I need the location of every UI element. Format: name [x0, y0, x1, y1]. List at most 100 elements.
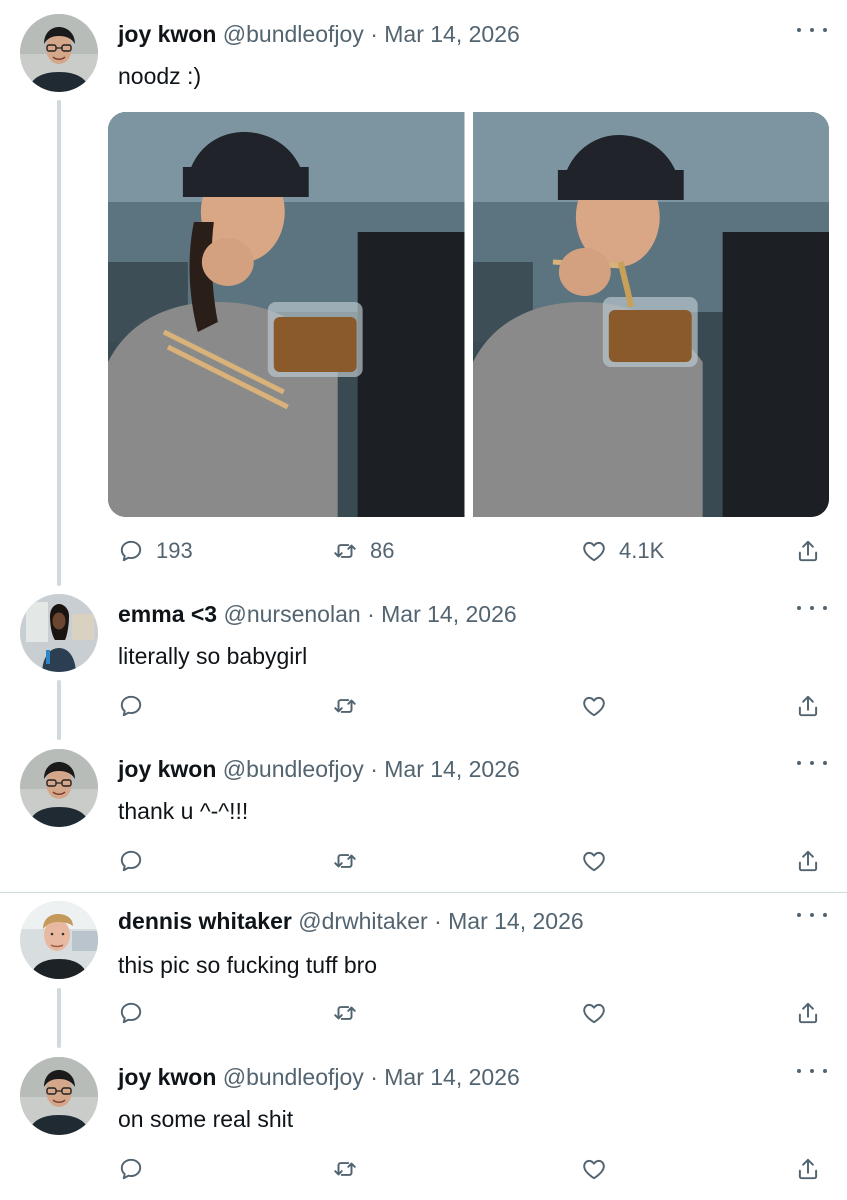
tweet-reply[interactable]: emma <3 @nursenolan · Mar 14, 2026 liter… [0, 590, 847, 740]
display-name[interactable]: joy kwon [118, 1064, 216, 1090]
woman-beanie-eating-noodles-biting-icon [472, 112, 829, 517]
retweet-button[interactable] [332, 690, 358, 722]
timestamp[interactable]: Mar 14, 2026 [448, 908, 584, 934]
reply-button[interactable] [118, 690, 144, 722]
share-icon [795, 1000, 821, 1026]
tweet-header: joy kwon @bundleofjoy · Mar 14, 2026 [118, 20, 520, 48]
username[interactable]: @nursenolan [224, 601, 361, 627]
more-icon [797, 913, 801, 917]
tweet-main[interactable]: joy kwon @bundleofjoy · Mar 14, 2026 noo… [0, 0, 847, 580]
retweet-button[interactable] [332, 845, 358, 877]
share-button[interactable] [795, 535, 821, 567]
avatar[interactable] [20, 594, 98, 672]
heart-icon [581, 538, 607, 564]
tweet-text: thank u ^-^!!! [118, 798, 249, 824]
more-button[interactable] [797, 1061, 827, 1081]
username[interactable]: @bundleofjoy [223, 21, 364, 47]
share-icon [795, 693, 821, 719]
separator: · [370, 21, 378, 47]
retweet-button[interactable] [332, 997, 358, 1029]
retweet-count: 86 [370, 538, 395, 563]
woman-glasses-avatar-icon [20, 1057, 98, 1135]
share-button[interactable] [795, 690, 821, 722]
tweet-header: emma <3 @nursenolan · Mar 14, 2026 [118, 600, 517, 628]
retweet-icon [332, 1156, 358, 1182]
media-photo[interactable] [472, 112, 829, 517]
timestamp[interactable]: Mar 14, 2026 [381, 601, 517, 627]
tweet-actions [118, 845, 827, 877]
reply-icon [118, 848, 144, 874]
avatar[interactable] [20, 1057, 98, 1135]
share-icon [795, 1156, 821, 1182]
like-button[interactable]: 4.1K [581, 535, 664, 567]
more-icon [797, 606, 801, 610]
more-icon [797, 28, 801, 32]
avatar[interactable] [20, 901, 98, 979]
heart-icon [581, 693, 607, 719]
reply-button[interactable]: 193 [118, 535, 193, 567]
conversation-divider [0, 892, 847, 893]
reply-button[interactable] [118, 997, 144, 1029]
retweet-icon [332, 848, 358, 874]
woman-glasses-avatar-icon [20, 14, 98, 92]
media-photo[interactable] [108, 112, 465, 517]
heart-icon [581, 848, 607, 874]
like-button[interactable] [581, 845, 607, 877]
username[interactable]: @drwhitaker [298, 908, 427, 934]
tweet-reply[interactable]: joy kwon @bundleofjoy · Mar 14, 2026 on … [0, 1053, 847, 1200]
display-name[interactable]: joy kwon [118, 21, 216, 47]
reply-icon [118, 1000, 144, 1026]
timestamp[interactable]: Mar 14, 2026 [384, 1064, 520, 1090]
separator: · [434, 908, 442, 934]
tweet-text: literally so babygirl [118, 643, 308, 669]
display-name[interactable]: joy kwon [118, 756, 216, 782]
like-button[interactable] [581, 997, 607, 1029]
share-button[interactable] [795, 997, 821, 1029]
share-button[interactable] [795, 845, 821, 877]
more-button[interactable] [797, 598, 827, 618]
username[interactable]: @bundleofjoy [223, 1064, 364, 1090]
tweet-text: noodz :) [118, 63, 202, 89]
timestamp[interactable]: Mar 14, 2026 [384, 21, 520, 47]
display-name[interactable]: dennis whitaker [118, 908, 292, 934]
more-button[interactable] [797, 905, 827, 925]
more-button[interactable] [797, 753, 827, 773]
tweet-header: joy kwon @bundleofjoy · Mar 14, 2026 [118, 1063, 520, 1091]
more-button[interactable] [797, 20, 827, 40]
woman-beanie-eating-noodles-smiling-icon [108, 112, 465, 517]
retweet-button[interactable]: 86 [332, 535, 394, 567]
username[interactable]: @bundleofjoy [223, 756, 364, 782]
avatar[interactable] [20, 749, 98, 827]
man-blond-avatar-icon [20, 901, 98, 979]
tweet-text: on some real shit [118, 1106, 294, 1132]
display-name[interactable]: emma <3 [118, 601, 217, 627]
retweet-icon [332, 1000, 358, 1026]
tweet-actions: 193 86 4.1K [118, 535, 827, 567]
separator: · [367, 601, 375, 627]
retweet-icon [332, 693, 358, 719]
avatar[interactable] [20, 14, 98, 92]
heart-icon [581, 1156, 607, 1182]
retweet-button[interactable] [332, 1153, 358, 1185]
timestamp[interactable]: Mar 14, 2026 [384, 756, 520, 782]
tweet-header: joy kwon @bundleofjoy · Mar 14, 2026 [118, 755, 520, 783]
like-button[interactable] [581, 1153, 607, 1185]
tweet-reply[interactable]: joy kwon @bundleofjoy · Mar 14, 2026 tha… [0, 745, 847, 890]
tweet-text: this pic so fucking tuff bro [118, 952, 378, 978]
reply-button[interactable] [118, 1153, 144, 1185]
reply-icon [118, 538, 144, 564]
heart-icon [581, 1000, 607, 1026]
share-icon [795, 848, 821, 874]
tweet-actions [118, 1153, 827, 1185]
like-button[interactable] [581, 690, 607, 722]
separator: · [370, 1064, 378, 1090]
media-grid[interactable] [108, 112, 829, 517]
tweet-reply[interactable]: dennis whitaker @drwhitaker · Mar 14, 20… [0, 897, 847, 1047]
reply-button[interactable] [118, 845, 144, 877]
tweet-header: dennis whitaker @drwhitaker · Mar 14, 20… [118, 907, 584, 935]
share-button[interactable] [795, 1153, 821, 1185]
nurse-scrubs-avatar-icon [20, 594, 98, 672]
like-count: 4.1K [619, 538, 665, 563]
more-icon [797, 761, 801, 765]
retweet-icon [332, 538, 358, 564]
